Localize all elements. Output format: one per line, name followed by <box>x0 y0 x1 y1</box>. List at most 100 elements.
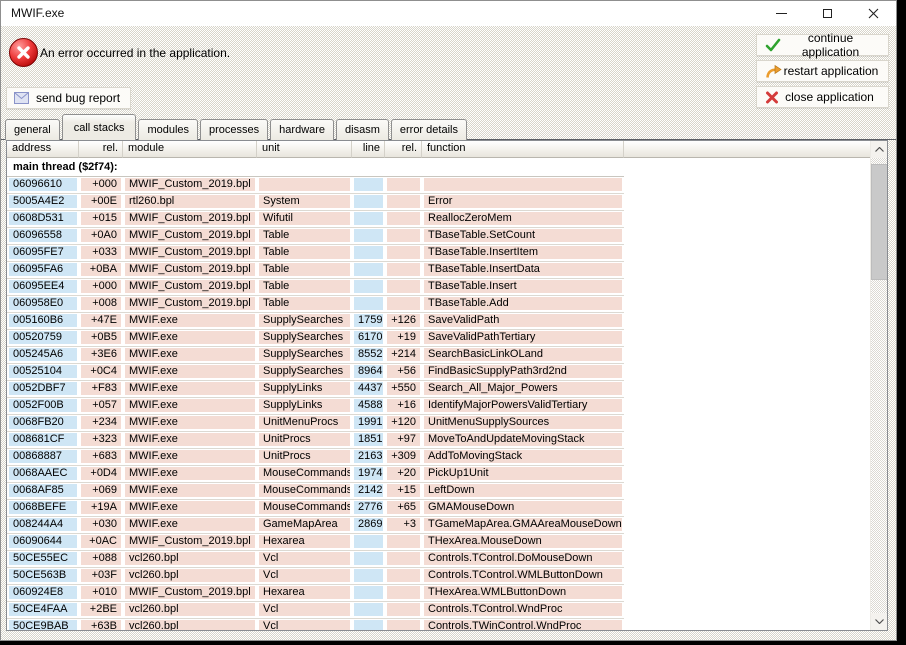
minimize-button[interactable] <box>758 1 804 26</box>
column-header-function[interactable]: function <box>422 141 624 158</box>
table-row[interactable]: 0608D531 +015 MWIF_Custom_2019.bpl Wifut… <box>7 211 624 228</box>
cell-line <box>354 178 383 191</box>
cell-unit: Hexarea <box>259 586 350 599</box>
table-row[interactable]: 06095EE4 +000 MWIF_Custom_2019.bpl Table… <box>7 279 624 296</box>
cell-rel2 <box>387 586 420 599</box>
table-row[interactable]: 00868887 +683 MWIF.exe UnitProcs 2163 +3… <box>7 449 624 466</box>
cell-line <box>354 620 383 630</box>
tab[interactable]: call stacks <box>61 114 137 140</box>
cell-line: 2142 <box>354 484 383 497</box>
table-row[interactable]: 005245A6 +3E6 MWIF.exe SupplySearches 85… <box>7 347 624 364</box>
cell-unit <box>259 178 350 191</box>
table-row[interactable]: 5005A4E2 +00E rtl260.bpl System Error <box>7 194 624 211</box>
table-row[interactable]: 060924E8 +010 MWIF_Custom_2019.bpl Hexar… <box>7 585 624 602</box>
cell-function: TBaseTable.Add <box>424 297 622 310</box>
table-row[interactable]: 06096558 +0A0 MWIF_Custom_2019.bpl Table… <box>7 228 624 245</box>
table-row[interactable]: 50CE563B +03F vcl260.bpl Vcl Controls.TC… <box>7 568 624 585</box>
close-application-button[interactable]: close application <box>756 86 889 108</box>
tab[interactable]: modules <box>138 119 199 140</box>
table-row[interactable]: 008244A4 +030 MWIF.exe GameMapArea 2869 … <box>7 517 624 534</box>
table-row[interactable]: 008681CF +323 MWIF.exe UnitProcs 1851 +9… <box>7 432 624 449</box>
close-x-icon <box>766 91 778 103</box>
cell-function: TGameMapArea.GMAAreaMouseDown <box>424 518 622 531</box>
table-row[interactable]: 00525104 +0C4 MWIF.exe SupplySearches 89… <box>7 364 624 381</box>
cell-address: 06095EE4 <box>9 280 77 293</box>
table-row[interactable]: 0068FB20 +234 MWIF.exe UnitMenuProcs 199… <box>7 415 624 432</box>
cell-rel: +015 <box>81 212 121 225</box>
table-row[interactable]: 005160B6 +47E MWIF.exe SupplySearches 17… <box>7 313 624 330</box>
table-row[interactable]: 50CE55EC +088 vcl260.bpl Vcl Controls.TC… <box>7 551 624 568</box>
cell-address: 008244A4 <box>9 518 77 531</box>
cell-rel2 <box>387 569 420 582</box>
cell-rel: +0C4 <box>81 365 121 378</box>
table-row[interactable]: 06090644 +0AC MWIF_Custom_2019.bpl Hexar… <box>7 534 624 551</box>
table-row[interactable]: 06095FE7 +033 MWIF_Custom_2019.bpl Table… <box>7 245 624 262</box>
tab-label: processes <box>209 124 260 136</box>
error-message: An error occurred in the application. <box>40 46 231 60</box>
column-header-address[interactable]: address <box>7 141 79 158</box>
cell-rel2 <box>387 535 420 548</box>
column-header-unit[interactable]: unit <box>257 141 352 158</box>
cell-rel: +088 <box>81 552 121 565</box>
table-row[interactable]: 06095FA6 +0BA MWIF_Custom_2019.bpl Table… <box>7 262 624 279</box>
cell-unit: Table <box>259 297 350 310</box>
cell-rel: +03F <box>81 569 121 582</box>
send-bug-report-label: send bug report <box>36 91 121 105</box>
vertical-scrollbar[interactable] <box>870 141 887 630</box>
tab[interactable]: error details <box>390 119 467 140</box>
scrollbar-thumb[interactable] <box>871 164 887 280</box>
table-row[interactable]: 06096610 +000 MWIF_Custom_2019.bpl <box>7 177 624 194</box>
cell-unit: Table <box>259 263 350 276</box>
column-header-module[interactable]: module <box>123 141 257 158</box>
cell-line <box>354 552 383 565</box>
cell-rel: +00E <box>81 195 121 208</box>
cell-line: 4588 <box>354 399 383 412</box>
table-row[interactable]: 0068BEFE +19A MWIF.exe MouseCommands 277… <box>7 500 624 517</box>
column-header-rel[interactable]: rel. <box>79 141 123 158</box>
cell-unit: UnitMenuProcs <box>259 416 350 429</box>
close-icon <box>868 8 878 19</box>
tab[interactable]: general <box>5 119 60 140</box>
cell-function: GMAMouseDown <box>424 501 622 514</box>
cell-line: 8964 <box>354 365 383 378</box>
cell-address: 00868887 <box>9 450 77 463</box>
cell-module: MWIF.exe <box>125 484 255 497</box>
table-row[interactable]: 0052F00B +057 MWIF.exe SupplyLinks 4588 … <box>7 398 624 415</box>
send-bug-report-button[interactable]: send bug report <box>6 87 132 109</box>
cell-module: MWIF_Custom_2019.bpl <box>125 297 255 310</box>
minimize-icon <box>775 13 787 14</box>
cell-rel: +033 <box>81 246 121 259</box>
table-row[interactable]: 50CE4FAA +2BE vcl260.bpl Vcl Controls.TC… <box>7 602 624 619</box>
tab-label: hardware <box>279 124 326 136</box>
tab[interactable]: hardware <box>270 119 335 140</box>
cell-unit: System <box>259 195 350 208</box>
tab[interactable]: disasm <box>336 119 389 140</box>
cell-address: 060958E0 <box>9 297 77 310</box>
cell-rel: +069 <box>81 484 121 497</box>
tab[interactable]: processes <box>200 119 269 140</box>
titlebar: MWIF.exe <box>1 1 896 26</box>
maximize-button[interactable] <box>804 1 850 26</box>
table-row[interactable]: 50CE9BAB +63B vcl260.bpl Vcl Controls.TW… <box>7 619 624 630</box>
cell-rel2: +16 <box>387 399 420 412</box>
column-header-rel2[interactable]: rel. <box>385 141 422 158</box>
restart-arrow-icon <box>766 64 782 78</box>
cell-line <box>354 280 383 293</box>
cell-function: SaveValidPath <box>424 314 622 327</box>
table-row[interactable]: 0052DBF7 +F83 MWIF.exe SupplyLinks 4437 … <box>7 381 624 398</box>
scroll-up-button[interactable] <box>871 141 887 158</box>
tab-label: disasm <box>345 124 380 136</box>
cell-rel2 <box>387 212 420 225</box>
scroll-down-button[interactable] <box>871 613 887 630</box>
cell-module: MWIF_Custom_2019.bpl <box>125 586 255 599</box>
cell-rel: +19A <box>81 501 121 514</box>
table-row[interactable]: 00520759 +0B5 MWIF.exe SupplySearches 61… <box>7 330 624 347</box>
column-header-line[interactable]: line <box>352 141 385 158</box>
close-window-button[interactable] <box>850 1 896 26</box>
cell-function: TBaseTable.SetCount <box>424 229 622 242</box>
table-row[interactable]: 060958E0 +008 MWIF_Custom_2019.bpl Table… <box>7 296 624 313</box>
restart-application-button[interactable]: restart application <box>756 60 889 82</box>
table-row[interactable]: 0068AF85 +069 MWIF.exe MouseCommands 214… <box>7 483 624 500</box>
continue-application-button[interactable]: continue application <box>756 31 889 59</box>
table-row[interactable]: 0068AAEC +0D4 MWIF.exe MouseCommands 197… <box>7 466 624 483</box>
